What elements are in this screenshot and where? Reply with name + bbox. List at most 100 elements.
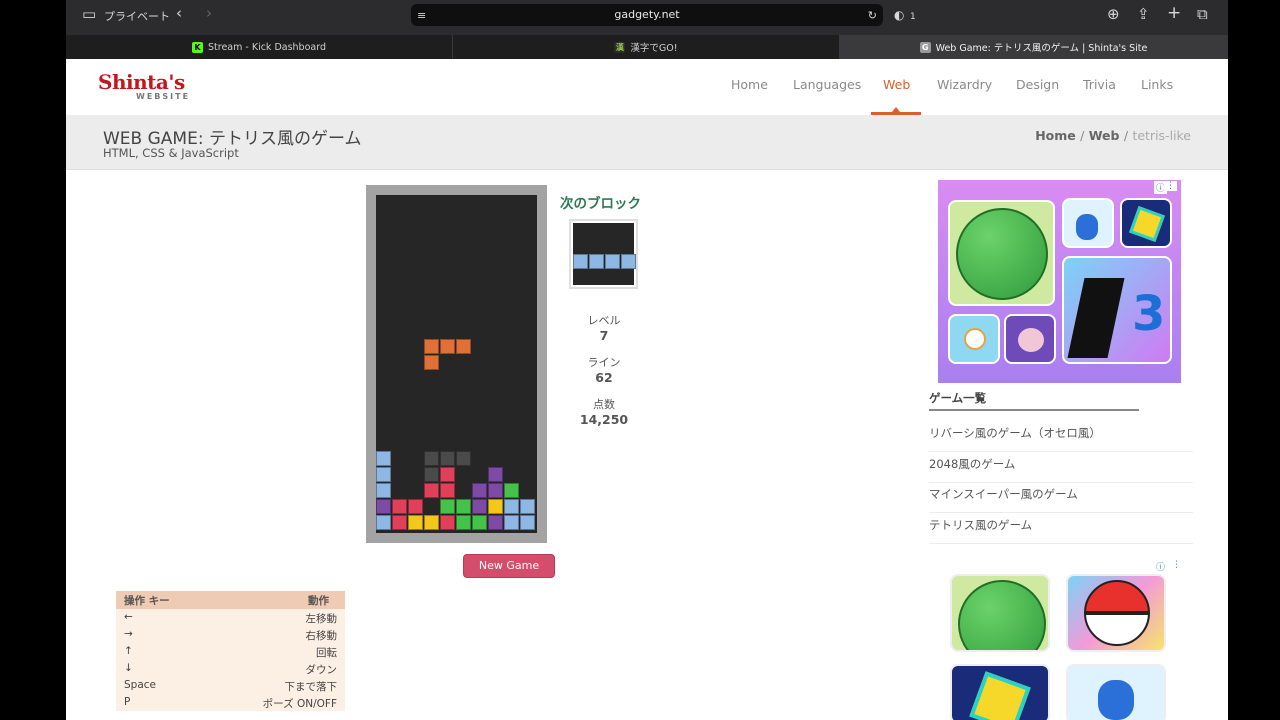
controls-row: → 右移動	[116, 626, 345, 643]
cute-characters-game-icon[interactable]	[1004, 314, 1056, 364]
nav-links[interactable]: Links	[1141, 77, 1173, 92]
nav-wizardry[interactable]: Wizardry	[937, 77, 992, 92]
stacked-block	[440, 499, 455, 514]
geometry-cube-icon	[969, 671, 1031, 720]
game-link-reversi[interactable]: リバーシ風のゲーム（オセロ風）	[929, 425, 1193, 452]
stacked-block	[456, 499, 471, 514]
watermelon-game-icon[interactable]	[948, 200, 1055, 306]
stacked-block	[440, 483, 455, 498]
runner-icon	[1076, 214, 1098, 240]
control-key: P	[124, 696, 131, 708]
watermelon-game-icon[interactable]	[950, 574, 1050, 652]
back-icon[interactable]: ‹	[176, 6, 182, 21]
game-list-divider	[929, 409, 1139, 411]
game-board-frame	[366, 185, 547, 543]
next-block-canvas	[573, 223, 636, 285]
breadcrumb-web[interactable]: Web	[1089, 128, 1120, 143]
browser-window: ▭ プライベート ‹ › ≡ gadgety.net ↻ ◐ 1 ⊕ ⇪ + ⧉…	[66, 0, 1228, 720]
nav-design[interactable]: Design	[1016, 77, 1059, 92]
character-face-icon	[1018, 328, 1044, 352]
advertisement-grid[interactable]: ⓘ ⋮	[946, 560, 1186, 720]
nav-web[interactable]: Web	[883, 77, 910, 92]
tab-kick[interactable]: K Stream - Kick Dashboard	[66, 35, 453, 59]
control-action: 下まで落下	[284, 681, 338, 693]
breadcrumb-current: tetris-like	[1132, 128, 1191, 143]
logo-sub-text: WEBSITE	[136, 92, 191, 101]
stacked-block	[376, 467, 391, 482]
stacked-block	[488, 515, 503, 530]
breadcrumb-home[interactable]: Home	[1035, 128, 1076, 143]
stacked-block	[520, 515, 535, 530]
download-icon[interactable]: ⊕	[1107, 7, 1120, 22]
tab-title: 漢字でGO!	[630, 43, 678, 54]
control-key: ↓	[124, 662, 133, 674]
tab-web-game[interactable]: G Web Game: テトリス風のゲーム | Shinta's Site	[840, 35, 1228, 59]
tab-title: Web Game: テトリス風のゲーム | Shinta's Site	[935, 43, 1148, 54]
control-key: ←	[124, 611, 133, 623]
geometry-game-icon[interactable]	[950, 664, 1050, 720]
game-link-2048[interactable]: 2048風のゲーム	[929, 456, 1193, 483]
ad-menu-icon[interactable]: ⋮	[1164, 181, 1177, 191]
controls-header: 操作 キー 動作	[116, 591, 345, 609]
share-icon[interactable]: ⇪	[1137, 7, 1150, 22]
nav-languages[interactable]: Languages	[793, 77, 861, 92]
controls-header-key: 操作 キー	[124, 595, 170, 607]
controls-row: ↑ 回転	[116, 643, 345, 660]
logo-main-text: Shinta's	[98, 70, 185, 94]
advertisement-banner[interactable]: ⓘ ⋮ 3	[938, 180, 1181, 383]
ad-info-icon[interactable]: ⓘ	[1156, 560, 1165, 573]
ghost-block	[424, 451, 439, 466]
lines-label: ライン	[587, 356, 621, 369]
next-block-cell	[605, 254, 620, 269]
page-subtitle: HTML, CSS & JavaScript	[103, 146, 239, 160]
next-block-cell	[573, 254, 588, 269]
stacked-block	[488, 499, 503, 514]
new-tab-icon[interactable]: +	[1167, 5, 1181, 22]
stacked-block	[456, 515, 471, 530]
game-link-minesweeper[interactable]: マインスイーパー風のゲーム	[929, 486, 1193, 513]
tab-kanji-go[interactable]: 漢 漢字でGO!	[453, 35, 840, 59]
new-game-button[interactable]: New Game	[463, 554, 555, 578]
number-three-icon: 3	[1132, 286, 1166, 342]
piano-tiles-game-icon[interactable]: 3	[1062, 256, 1172, 364]
breadcrumb: Home / Web / tetris-like	[1035, 128, 1191, 143]
tab-overview-icon[interactable]: ⧉	[1197, 7, 1208, 22]
address-bar[interactable]: ≡ gadgety.net ↻	[411, 4, 883, 26]
stacked-block	[424, 483, 439, 498]
sidebar-toggle-icon[interactable]: ▭	[82, 7, 96, 22]
control-action: 左移動	[305, 613, 338, 625]
reload-icon[interactable]: ↻	[868, 8, 877, 23]
ad-menu-icon[interactable]: ⋮	[1172, 560, 1181, 570]
controls-row: ↓ ダウン	[116, 660, 345, 677]
chicken-game-icon[interactable]	[948, 314, 1000, 364]
stacked-block	[504, 499, 519, 514]
stacked-block	[440, 515, 455, 530]
runner-game-icon[interactable]	[1062, 198, 1114, 248]
runner-icon	[1098, 680, 1134, 720]
falling-block	[424, 355, 439, 370]
stacked-block	[440, 467, 455, 482]
level-label: レベル	[587, 314, 621, 327]
level-value: 7	[599, 328, 609, 343]
watermelon-icon	[956, 208, 1048, 300]
kick-favicon-icon: K	[192, 41, 203, 53]
stacked-block	[376, 451, 391, 466]
forward-icon[interactable]: ›	[206, 6, 212, 21]
site-logo[interactable]: Shinta's WEBSITE	[98, 72, 190, 102]
nav-home[interactable]: Home	[731, 77, 768, 92]
breadcrumb-separator: /	[1080, 128, 1085, 143]
falling-block	[424, 339, 439, 354]
stacked-block	[472, 499, 487, 514]
lines-value: 62	[595, 370, 613, 385]
game-link-tetris[interactable]: テトリス風のゲーム	[929, 517, 1193, 544]
geometry-game-icon[interactable]	[1120, 198, 1172, 248]
pokeball-game-icon[interactable]	[1066, 574, 1166, 652]
nav-trivia[interactable]: Trivia	[1083, 77, 1116, 92]
next-block-cell	[621, 254, 636, 269]
stacked-block	[488, 483, 503, 498]
controls-row: P ポーズ ON/OFF	[116, 694, 345, 711]
game-board[interactable]	[376, 195, 537, 533]
stacked-block	[520, 499, 535, 514]
runner-game-icon[interactable]	[1066, 664, 1166, 720]
shield-icon[interactable]: ◐	[894, 8, 904, 23]
